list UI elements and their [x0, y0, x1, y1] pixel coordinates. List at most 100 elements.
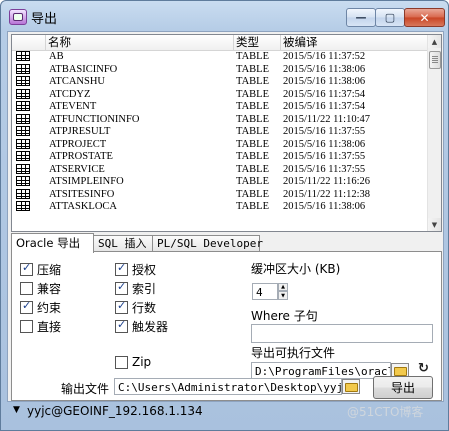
row-type: TABLE	[236, 113, 269, 125]
rows-check-box[interactable]	[115, 299, 128, 314]
table-row[interactable]: ATPJRESULT TABLE 2015/5/16 11:37:55	[12, 126, 428, 139]
header-icon-column[interactable]	[12, 35, 46, 50]
compatible-check-box[interactable]	[20, 282, 33, 295]
output-file-input[interactable]: C:\Users\Administrator\Desktop\yyjc.dr	[114, 378, 342, 395]
indexes-checkbox[interactable]: 索引	[115, 280, 156, 297]
constraints-checkbox[interactable]: 约束	[20, 299, 61, 316]
table-icon	[16, 51, 30, 61]
row-compiled: 2015/11/22 11:12:38	[283, 188, 371, 200]
maximize-button[interactable]: ▢	[375, 8, 405, 27]
export-button[interactable]: 导出	[373, 376, 433, 399]
row-name: ATSERVICE	[49, 163, 105, 175]
object-list[interactable]: 名称 类型 被编译 AB TABLE 2015/5/16 11:37:52 ATBAS…	[11, 34, 442, 232]
row-compiled: 2015/5/16 11:37:55	[283, 151, 366, 162]
row-name: ATSITESINFO	[49, 188, 115, 200]
compatible-label: 兼容	[37, 282, 62, 296]
table-row[interactable]: ATTASKLOCA TABLE 2015/5/16 11:38:06	[12, 201, 428, 214]
table-row[interactable]: ATBASICINFO TABLE 2015/5/16 11:38:06	[12, 63, 428, 77]
tab-plsql-developer[interactable]: PL/SQL Developer	[152, 235, 263, 251]
tab-oracle-export[interactable]: Oracle 导出	[11, 233, 94, 253]
row-name: ATCDYZ	[49, 88, 91, 100]
row-type: TABLE	[236, 88, 269, 100]
direct-check-box[interactable]	[20, 320, 33, 333]
row-name: ATTASKLOCA	[49, 201, 117, 212]
connection-label[interactable]: yyjc@GEOINF_192.168.1.134	[27, 404, 203, 418]
table-row[interactable]: ATPROSTATE TABLE 2015/5/16 11:37:55	[12, 151, 428, 164]
row-name: AB	[49, 51, 64, 62]
header-type[interactable]: 类型	[234, 35, 281, 50]
scroll-up-icon[interactable]: ▲	[428, 35, 441, 48]
buffer-size-stepper[interactable]: 4 ▲ ▼	[252, 283, 288, 300]
minimize-icon: —	[355, 11, 367, 24]
vertical-scrollbar[interactable]: ▲ ▼	[427, 35, 441, 231]
title-bar[interactable]: 导出 — ▢ ✕	[1, 1, 448, 31]
list-header: 名称 类型 被编译	[12, 35, 428, 51]
direct-checkbox[interactable]: 直接	[20, 318, 61, 335]
browse-output-folder-icon[interactable]	[342, 379, 360, 394]
row-compiled: 2015/5/16 11:37:54	[283, 101, 366, 112]
refresh-icon[interactable]: ↻	[418, 361, 429, 376]
rows-checkbox[interactable]: 行数	[115, 299, 156, 316]
table-row[interactable]: ATEVENT TABLE 2015/5/16 11:37:54	[12, 101, 428, 114]
grants-check-box[interactable]	[115, 261, 128, 276]
row-name: ATPROJECT	[49, 138, 107, 150]
row-compiled: 2015/5/16 11:38:06	[283, 201, 366, 212]
table-icon	[16, 163, 30, 174]
row-type: TABLE	[236, 138, 269, 150]
table-row[interactable]: ATCDYZ TABLE 2015/5/16 11:37:54	[12, 88, 428, 102]
table-icon	[16, 63, 30, 74]
table-row[interactable]: ATPROJECT TABLE 2015/5/16 11:38:06	[12, 138, 428, 152]
row-compiled: 2015/5/16 11:37:55	[283, 163, 366, 175]
tab-sql-insert[interactable]: SQL 插入	[93, 235, 153, 251]
indexes-check-box[interactable]	[115, 280, 128, 295]
export-window: 导出 — ▢ ✕ 名称 类型 被编译 AB TABLE 2015/5/16 11:3…	[0, 0, 449, 431]
table-icon	[16, 76, 30, 86]
row-name: ATSIMPLEINFO	[49, 176, 124, 187]
connection-dropdown-icon[interactable]: ▼	[13, 405, 20, 415]
compatible-checkbox[interactable]: 兼容	[20, 280, 61, 297]
table-icon	[16, 151, 30, 161]
table-icon	[16, 88, 30, 99]
zip-check-box[interactable]	[115, 355, 128, 369]
table-icon	[16, 101, 30, 111]
compress-checkbox[interactable]: 压缩	[20, 261, 61, 278]
export-executable-input[interactable]: D:\ProgramFiles\oracle\	[251, 362, 391, 379]
table-icon	[16, 126, 30, 136]
row-compiled: 2015/11/22 11:16:26	[283, 176, 371, 187]
scroll-down-icon[interactable]: ▼	[428, 218, 441, 231]
where-clause-label: Where 子句	[251, 309, 318, 323]
table-icon	[16, 201, 30, 211]
buffer-size-input[interactable]: 4	[252, 283, 278, 300]
spin-down-icon[interactable]: ▼	[278, 291, 288, 300]
table-row[interactable]: ATSERVICE TABLE 2015/5/16 11:37:55	[12, 163, 428, 177]
where-clause-input[interactable]	[251, 324, 433, 343]
close-button[interactable]: ✕	[404, 8, 445, 27]
row-compiled: 2015/5/16 11:38:06	[283, 76, 366, 87]
table-row[interactable]: ATFUNCTIONINFO TABLE 2015/11/22 11:10:47	[12, 113, 428, 127]
table-icon	[16, 138, 30, 149]
scroll-thumb[interactable]	[429, 51, 441, 69]
dialog-body: 名称 类型 被编译 AB TABLE 2015/5/16 11:37:52 ATBAS…	[7, 31, 444, 402]
header-compiled[interactable]: 被编译	[281, 35, 428, 50]
compress-check-box[interactable]	[20, 261, 33, 276]
table-row[interactable]: ATSIMPLEINFO TABLE 2015/11/22 11:16:26	[12, 176, 428, 189]
row-name: ATPROSTATE	[49, 151, 113, 162]
rows-label: 行数	[132, 301, 157, 315]
spin-up-icon[interactable]: ▲	[278, 283, 288, 291]
triggers-check-box[interactable]	[115, 318, 128, 333]
row-compiled: 2015/5/16 11:37:55	[283, 126, 366, 137]
row-compiled: 2015/5/16 11:37:52	[283, 51, 366, 62]
table-row[interactable]: ATCANSHU TABLE 2015/5/16 11:38:06	[12, 76, 428, 89]
constraints-check-box[interactable]	[20, 299, 33, 314]
row-name: ATFUNCTIONINFO	[49, 113, 140, 125]
grants-checkbox[interactable]: 授权	[115, 261, 156, 278]
row-compiled: 2015/5/16 11:38:06	[283, 63, 366, 75]
header-name[interactable]: 名称	[46, 35, 234, 50]
table-row[interactable]: AB TABLE 2015/5/16 11:37:52	[12, 51, 428, 64]
table-row[interactable]: ATSITESINFO TABLE 2015/11/22 11:12:38	[12, 188, 428, 202]
zip-label: Zip	[132, 355, 152, 369]
grants-label: 授权	[132, 263, 157, 277]
zip-checkbox[interactable]: Zip	[115, 355, 151, 369]
minimize-button[interactable]: —	[346, 8, 376, 27]
triggers-checkbox[interactable]: 触发器	[115, 318, 168, 335]
